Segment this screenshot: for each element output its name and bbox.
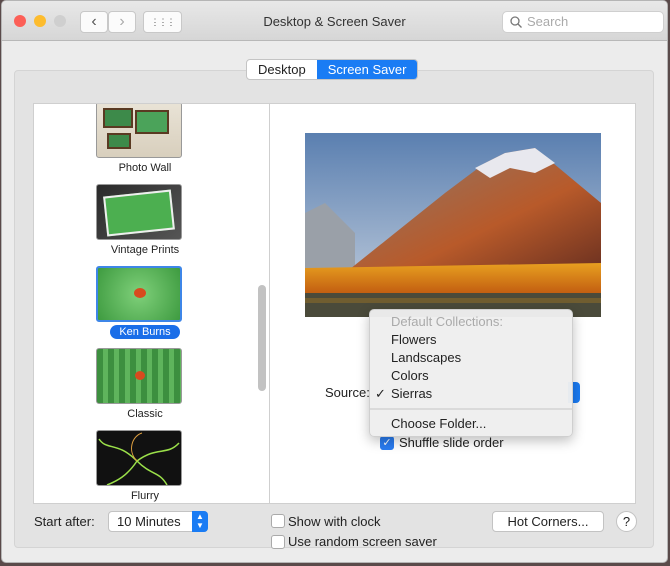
start-after-select[interactable]: 10 Minutes ▲ ▼ (108, 511, 208, 532)
shuffle-checkbox[interactable]: ✓ (380, 436, 394, 450)
saver-label[interactable]: Classic (34, 408, 256, 420)
menu-item-flowers[interactable]: Flowers (391, 332, 437, 347)
menu-item-colors[interactable]: Colors (391, 368, 429, 383)
saver-thumb-classic[interactable] (96, 348, 182, 404)
saver-label[interactable]: Flurry (34, 490, 256, 502)
show-clock-checkbox[interactable] (271, 514, 285, 528)
menu-separator (370, 408, 572, 410)
show-clock-label: Show with clock (288, 514, 381, 529)
checkmark-icon: ✓ (375, 386, 386, 401)
saver-label[interactable]: Photo Wall (34, 162, 256, 174)
random-saver-label: Use random screen saver (288, 534, 437, 549)
shuffle-label: Shuffle slide order (399, 435, 504, 450)
start-after-value: 10 Minutes (117, 514, 181, 529)
tab-desktop[interactable]: Desktop (247, 60, 317, 79)
start-after-label: Start after: (34, 514, 95, 529)
menu-item-choose-folder[interactable]: Choose Folder... (391, 416, 486, 431)
menu-item-landscapes[interactable]: Landscapes (391, 350, 461, 365)
title-bar: ‹ › ⋮⋮⋮ Desktop & Screen Saver Search (2, 1, 667, 41)
saver-label[interactable]: Vintage Prints (34, 244, 256, 256)
saver-label-selected[interactable]: Ken Burns (34, 325, 256, 339)
tab-screen-saver[interactable]: Screen Saver (316, 60, 418, 79)
search-placeholder: Search (527, 14, 569, 29)
saver-thumb-flurry[interactable] (96, 430, 182, 486)
search-icon (510, 16, 522, 28)
menu-header: Default Collections: (391, 314, 503, 329)
preview-pane: Source: ✓ Shuffle slide order (270, 103, 636, 504)
source-dropdown-menu: Default Collections: Flowers Landscapes … (369, 309, 573, 437)
random-saver-checkbox[interactable] (271, 535, 285, 549)
source-label: Source: (325, 385, 370, 400)
saver-thumb-vintage-prints[interactable] (96, 184, 182, 240)
list-scrollbar[interactable] (258, 285, 266, 391)
selected-pill: Ken Burns (110, 325, 180, 339)
preview-image (305, 133, 601, 317)
saver-thumb-ken-burns[interactable] (96, 266, 182, 322)
saver-thumb-photo-wall[interactable] (96, 104, 182, 158)
screen-saver-list: Photo Wall Vintage Prints Ken Burns Clas… (33, 103, 270, 504)
menu-item-sierras[interactable]: Sierras (391, 386, 432, 401)
hot-corners-button[interactable]: Hot Corners... (492, 511, 604, 532)
updown-chevron-icon: ▲ ▼ (192, 511, 208, 532)
search-input[interactable]: Search (502, 11, 664, 33)
help-button[interactable]: ? (616, 511, 637, 532)
tab-bar: Desktop Screen Saver (246, 59, 419, 80)
flurry-graphic (98, 432, 180, 486)
